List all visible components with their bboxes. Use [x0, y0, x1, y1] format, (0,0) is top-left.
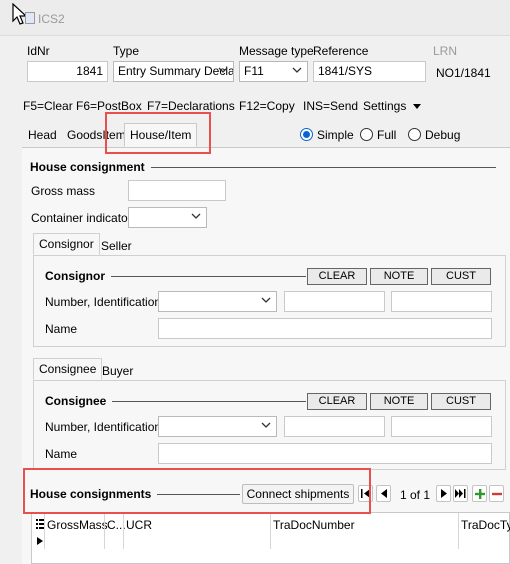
tab-bar: Head GoodsItem House/Item Simple Full De… — [22, 123, 510, 148]
consignor-cust-button[interactable]: CUST — [431, 268, 491, 285]
grid-separator — [123, 513, 124, 549]
col-ucr[interactable]: UCR — [126, 518, 152, 532]
current-row-indicator-icon — [37, 537, 43, 545]
clear-shortcut[interactable]: F5=Clear — [23, 99, 73, 113]
consignee-title: Consignee — [45, 394, 113, 408]
col-grossmass[interactable]: GrossMass — [47, 518, 108, 532]
consignor-clear-button[interactable]: CLEAR — [307, 268, 367, 285]
consignor-number-label: Number, Identification — [45, 295, 162, 309]
gross-mass-field[interactable] — [128, 180, 226, 201]
consignee-identification-field[interactable] — [284, 416, 385, 437]
gross-mass-label: Gross mass — [31, 184, 96, 198]
remove-row-icon[interactable] — [489, 485, 504, 502]
full-radio-label: Full — [377, 128, 397, 142]
idnr-field[interactable]: 1841 — [27, 61, 108, 82]
settings-menu[interactable]: Settings — [363, 99, 421, 113]
consignee-panel: Consignee CLEAR NOTE CUST Number, Identi… — [33, 380, 506, 470]
send-shortcut[interactable]: INS=Send — [303, 99, 358, 113]
consignor-identification-field[interactable] — [284, 291, 385, 312]
consignor-name-field[interactable] — [158, 318, 492, 339]
col-tradoctype[interactable]: TraDocTy — [461, 518, 510, 532]
msgtype-select-value: F11 — [244, 64, 264, 78]
container-indicator-select[interactable] — [128, 207, 207, 228]
app-window-icon — [25, 12, 35, 24]
consignee-name-field[interactable] — [158, 443, 492, 464]
consignee-name-label: Name — [45, 447, 78, 461]
consignee-number-label: Number, Identification — [45, 420, 162, 434]
grid-separator — [270, 513, 271, 549]
title-bar: ICS2 — [0, 0, 510, 36]
type-select-value: Entry Summary Decla — [118, 64, 234, 78]
tab-consignor[interactable]: Consignor — [33, 233, 100, 255]
highlight-box — [105, 112, 211, 154]
declarations-shortcut[interactable]: F7=Declarations — [147, 99, 235, 113]
lrn-label: LRN — [433, 44, 458, 58]
consignee-note-button[interactable]: NOTE — [370, 393, 428, 410]
copy-shortcut[interactable]: F12=Copy — [239, 99, 295, 113]
tab-head[interactable]: Head — [22, 123, 63, 147]
consignee-extra-field[interactable] — [391, 416, 492, 437]
grid-menu-icon[interactable] — [36, 519, 44, 529]
consignor-title: Consignor — [45, 269, 111, 283]
consignee-number-select[interactable] — [158, 416, 277, 437]
postbox-shortcut[interactable]: F6=PostBox — [76, 99, 142, 113]
msgtype-label: Message type — [239, 44, 314, 58]
consignor-extra-field[interactable] — [391, 291, 492, 312]
type-label: Type — [113, 44, 140, 58]
debug-radio-option[interactable]: Debug — [408, 128, 463, 144]
chevron-down-icon — [191, 213, 201, 219]
grid-separator — [104, 513, 105, 549]
type-select[interactable]: Entry Summary Decla — [113, 61, 234, 82]
settings-label: Settings — [363, 99, 407, 113]
tab-consignee[interactable]: Consignee — [33, 358, 103, 380]
house-consignments-grid[interactable]: GrossMass C... UCR TraDocNumber TraDocTy — [31, 512, 510, 564]
full-radio[interactable] — [360, 128, 373, 141]
simple-radio-label: Simple — [317, 128, 354, 142]
tab-seller[interactable]: Seller — [95, 235, 138, 257]
caret-down-icon — [412, 104, 421, 109]
chevron-down-icon — [261, 297, 271, 303]
grid-separator — [458, 513, 459, 549]
full-radio-option[interactable]: Full — [360, 128, 405, 144]
lrn-value: NO1/1841 — [436, 66, 491, 80]
pager-label: 1 of 1 — [400, 488, 431, 502]
consignee-clear-button[interactable]: CLEAR — [307, 393, 367, 410]
debug-radio[interactable] — [408, 128, 421, 141]
last-page-icon[interactable] — [453, 485, 468, 502]
chevron-down-icon — [218, 67, 228, 73]
reference-field[interactable]: 1841/SYS — [313, 61, 426, 82]
consignor-name-label: Name — [45, 322, 78, 336]
consignee-cust-button[interactable]: CUST — [431, 393, 491, 410]
simple-radio[interactable] — [300, 128, 313, 141]
simple-radio-option[interactable]: Simple — [300, 128, 360, 144]
window-title: ICS2 — [38, 12, 65, 26]
debug-radio-label: Debug — [425, 128, 461, 142]
highlight-box — [23, 468, 371, 514]
consignor-panel: Consignor CLEAR NOTE CUST Number, Identi… — [33, 255, 506, 347]
reference-label: Reference — [313, 44, 369, 58]
container-indicator-label: Container indicator — [31, 211, 132, 225]
previous-page-icon[interactable] — [376, 485, 391, 502]
msgtype-select[interactable]: F11 — [239, 61, 308, 82]
add-row-icon[interactable] — [472, 485, 487, 502]
col-tradocnumber[interactable]: TraDocNumber — [273, 518, 355, 532]
tab-buyer[interactable]: Buyer — [96, 360, 139, 382]
consignor-note-button[interactable]: NOTE — [370, 268, 428, 285]
chevron-down-icon — [292, 67, 302, 73]
grid-separator — [44, 513, 45, 549]
next-page-icon[interactable] — [436, 485, 451, 502]
chevron-down-icon — [261, 422, 271, 428]
house-consignment-title: House consignment — [30, 160, 151, 174]
consignor-number-select[interactable] — [158, 291, 277, 312]
idnr-label: IdNr — [27, 44, 50, 58]
